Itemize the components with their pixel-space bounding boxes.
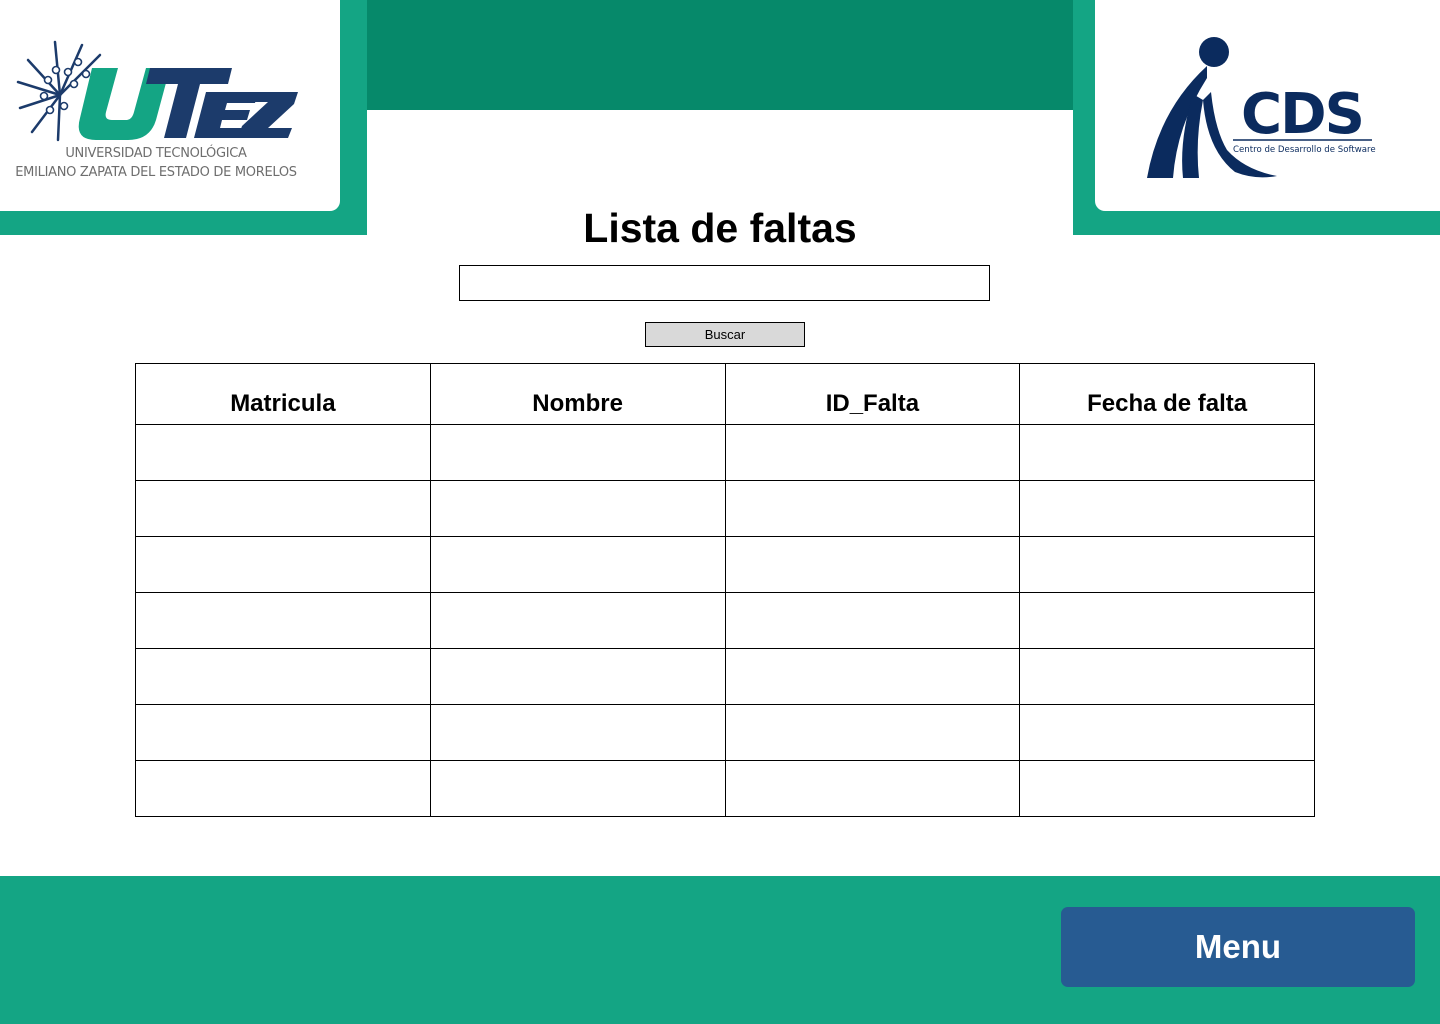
- table-cell: [135, 648, 431, 705]
- table-cell: [724, 760, 1021, 817]
- table-cell: [135, 760, 431, 817]
- table-row: [135, 648, 1315, 705]
- table-row: [135, 536, 1315, 593]
- table-row: [135, 760, 1315, 817]
- menu-button[interactable]: Menu: [1061, 907, 1415, 987]
- table-cell: [724, 648, 1021, 705]
- search-button[interactable]: Buscar: [645, 322, 805, 347]
- table-row: [135, 424, 1315, 481]
- table-cell: [1019, 480, 1315, 537]
- cds-logo-text: CDS: [1241, 82, 1363, 147]
- page-title: Lista de faltas: [583, 205, 857, 251]
- table-cell: [135, 536, 431, 593]
- search-input[interactable]: [459, 265, 990, 301]
- table-row: [135, 480, 1315, 537]
- table-cell: [429, 592, 726, 649]
- table-cell: [135, 592, 431, 649]
- table-cell: [1019, 536, 1315, 593]
- table-cell: [1019, 704, 1315, 761]
- utez-line-2: EMILIANO ZAPATA DEL ESTADO DE MORELOS: [15, 165, 297, 180]
- table-cell: [135, 424, 431, 481]
- table-cell: [429, 424, 726, 481]
- table-cell: [429, 480, 726, 537]
- table-cell: [724, 424, 1021, 481]
- column-header-matricula: Matricula: [135, 363, 431, 425]
- utez-line-1: UNIVERSIDAD TECNOLÓGICA: [65, 146, 247, 161]
- table-cell: [429, 704, 726, 761]
- utez-lettering: UNIVERSIDAD TECNOLÓGICA EMILIANO ZAPATA …: [0, 146, 312, 180]
- table-cell: [1019, 760, 1315, 817]
- header-band: [367, 0, 1073, 110]
- utez-logo: UNIVERSIDAD TECNOLÓGICA EMILIANO ZAPATA …: [0, 0, 340, 211]
- table-cell: [429, 648, 726, 705]
- table-cell: [135, 704, 431, 761]
- table-header-row: Matricula Nombre ID_Falta Fecha de falta: [135, 363, 1315, 425]
- table-cell: [1019, 592, 1315, 649]
- utez-emblem-icon: [16, 40, 298, 142]
- cds-emblem-icon: CDS Centro de Desarrollo de Software: [1147, 37, 1376, 178]
- table-cell: [429, 536, 726, 593]
- table-cell: [135, 480, 431, 537]
- table-row: [135, 704, 1315, 761]
- table-cell: [1019, 424, 1315, 481]
- absences-table: Matricula Nombre ID_Falta Fecha de falta: [135, 363, 1315, 817]
- column-header-id-falta: ID_Falta: [724, 363, 1021, 425]
- table-cell: [724, 536, 1021, 593]
- table-cell: [1019, 648, 1315, 705]
- table-cell: [724, 480, 1021, 537]
- cds-logo: CDS Centro de Desarrollo de Software: [1095, 0, 1440, 211]
- column-header-fecha-de-falta: Fecha de falta: [1019, 363, 1315, 425]
- table-row: [135, 592, 1315, 649]
- table-cell: [724, 592, 1021, 649]
- cds-tagline: Centro de Desarrollo de Software: [1233, 145, 1376, 155]
- table-cell: [429, 760, 726, 817]
- table-cell: [724, 704, 1021, 761]
- column-header-nombre: Nombre: [429, 363, 726, 425]
